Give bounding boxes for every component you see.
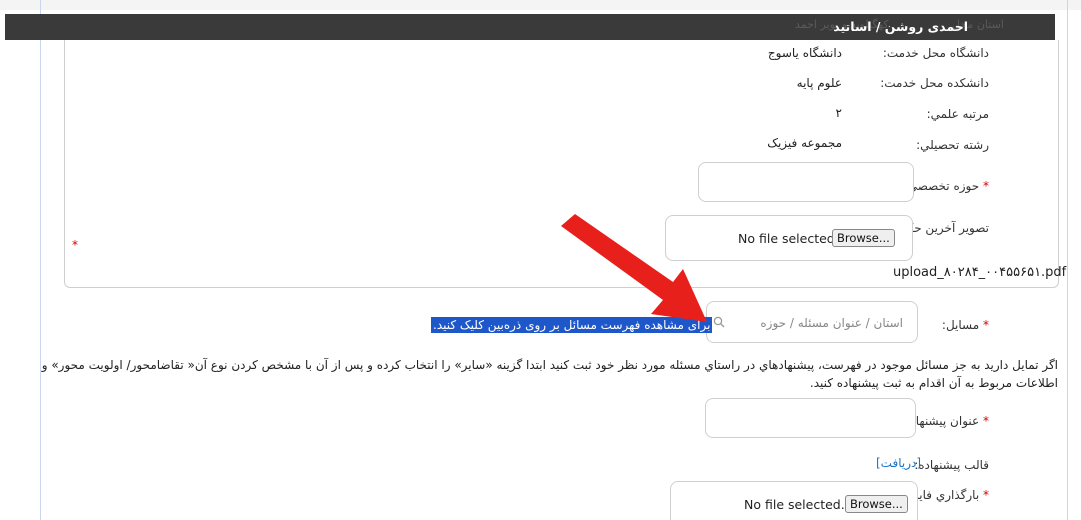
last-order-browse-button[interactable]: Browse... xyxy=(832,229,895,247)
faculty-label: دانشکده محل خدمت: xyxy=(880,76,989,90)
issues-required-mark: * xyxy=(983,318,989,332)
uploaded-file-name[interactable]: upload_۸۰۲۸۴_۰۰۴۵۵۶۵۱.pdf xyxy=(893,265,1066,280)
instructions-line-1: اگر تمایل دارید به جز مسائل موجود در فهر… xyxy=(41,358,1058,372)
rank-value: ۲ xyxy=(835,106,842,120)
specialty-label-text: حوزه تخصصي: xyxy=(903,179,980,193)
specialty-input[interactable] xyxy=(698,162,914,202)
header-name-title: احمدی روشن / اساتید xyxy=(833,19,968,34)
last-order-file-status: No file selected. xyxy=(738,231,839,246)
specialty-label: * حوزه تخصصي: xyxy=(904,179,989,193)
issues-label: * مسایل: xyxy=(942,318,989,332)
header-bar: کهگیلویه و بویر احمد استان محل احمدی روش… xyxy=(5,14,1055,40)
field-label: رشته تحصيلي: xyxy=(916,138,989,152)
top-strip xyxy=(0,0,1081,10)
university-label: دانشگاه محل خدمت: xyxy=(882,46,989,60)
issues-label-text: مسایل: xyxy=(941,318,980,332)
faculty-value: علوم پایه xyxy=(796,76,842,90)
proposal-upload-required-mark: * xyxy=(983,488,989,502)
red-arrow-icon xyxy=(561,214,707,322)
proposal-upload-file-status: No file selected. xyxy=(744,497,845,512)
last-order-required-mark: * xyxy=(72,238,78,252)
proposal-title-input[interactable] xyxy=(705,398,916,438)
university-value: دانشگاه یاسوج xyxy=(767,46,842,60)
template-label: قالب پيشنهاده: xyxy=(914,458,989,472)
right-divider xyxy=(1067,0,1068,520)
field-value: مجموعه فيزيک xyxy=(767,136,842,150)
issues-search-input[interactable]: استان / عنوان مسئله / حوزه xyxy=(706,301,918,343)
proposal-upload-browse-button[interactable]: Browse... xyxy=(845,495,908,513)
instructions-line-2: اطلاعات مربوط به آن اقدام به ثبت پیشنهاد… xyxy=(809,376,1058,390)
proposal-title-required-mark: * xyxy=(983,414,989,428)
left-divider xyxy=(40,0,41,520)
rank-label: مرتبه علمي: xyxy=(926,107,989,121)
template-download-link[interactable]: [دریافت] xyxy=(876,456,921,470)
issues-search-placeholder: استان / عنوان مسئله / حوزه xyxy=(760,316,903,330)
required-mark: * xyxy=(983,179,989,193)
proposal-upload-file-input[interactable]: No file selected. Browse... xyxy=(670,481,918,520)
